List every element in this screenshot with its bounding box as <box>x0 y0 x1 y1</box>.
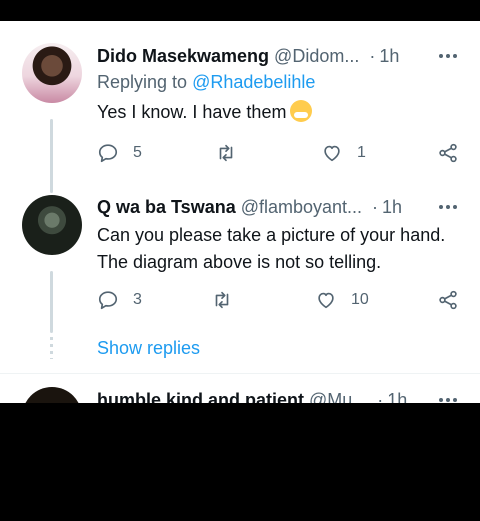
tweet-thread: Dido Masekwameng @Didom... · 1h Replying… <box>0 21 480 403</box>
face-with-medical-mask-icon <box>290 100 313 122</box>
retweet-button[interactable] <box>211 288 233 312</box>
replying-to-label: Replying to <box>97 72 193 92</box>
replying-to: Replying to @Rhadebelihle <box>97 72 315 93</box>
like-button[interactable]: 1 <box>321 141 366 165</box>
display-name[interactable]: Dido Masekwameng <box>97 46 269 67</box>
timestamp[interactable]: 1h <box>382 197 402 218</box>
tweet-actions: 5 1 <box>97 141 460 165</box>
tweet-header: Dido Masekwameng @Didom... · 1h <box>97 44 460 68</box>
timestamp[interactable]: 1h <box>379 46 399 67</box>
avatar[interactable] <box>22 195 82 255</box>
reply-count: 3 <box>133 291 142 308</box>
share-button[interactable] <box>437 288 459 312</box>
tweet-actions: 3 10 <box>97 288 460 312</box>
tweet-header: Q wa ba Tswana @flamboyant... · 1h <box>97 195 460 219</box>
retweet-icon <box>219 144 233 162</box>
thread-line <box>50 271 53 333</box>
screen: Dido Masekwameng @Didom... · 1h Replying… <box>0 0 480 521</box>
mention-link[interactable]: @Rhadebelihle <box>192 72 315 92</box>
retweet-icon <box>215 291 229 309</box>
reply-icon <box>98 291 118 310</box>
tweet-text-content: Yes I know. I have them <box>97 102 287 122</box>
thread-dots <box>50 337 53 359</box>
reply-button[interactable]: 5 <box>97 141 142 165</box>
reply-icon <box>98 144 118 163</box>
separator-dot: · <box>377 389 384 404</box>
tweet-header: humble kind and patient @Mu... · 1h <box>97 388 460 403</box>
avatar[interactable] <box>22 387 82 403</box>
share-button[interactable] <box>437 141 459 165</box>
tweet-text: Yes I know. I have them <box>97 99 313 126</box>
tweet-text-line: The diagram above is not so telling. <box>97 252 382 272</box>
like-count: 1 <box>357 144 366 161</box>
avatar[interactable] <box>22 43 82 103</box>
thread-line <box>50 119 53 193</box>
display-name[interactable]: Q wa ba Tswana <box>97 197 236 218</box>
share-icon <box>439 143 457 163</box>
user-handle[interactable]: @Mu... <box>309 390 367 404</box>
like-icon <box>318 292 334 309</box>
retweet-button[interactable] <box>215 141 237 165</box>
more-icon[interactable] <box>436 195 460 219</box>
timestamp[interactable]: 1h <box>387 390 407 404</box>
display-name[interactable]: humble kind and patient <box>97 390 304 404</box>
reply-button[interactable]: 3 <box>97 288 142 312</box>
user-handle[interactable]: @Didom... <box>274 46 359 67</box>
show-replies-link[interactable]: Show replies <box>97 338 200 359</box>
like-count: 10 <box>351 291 369 308</box>
reply-count: 5 <box>133 144 142 161</box>
tweet-text: Can you please take a picture of your ha… <box>97 222 445 276</box>
like-button[interactable]: 10 <box>315 288 369 312</box>
more-icon[interactable] <box>436 44 460 68</box>
more-icon[interactable] <box>436 388 460 403</box>
divider <box>0 373 480 374</box>
separator-dot: · <box>369 45 376 66</box>
user-handle[interactable]: @flamboyant... <box>241 197 362 218</box>
separator-dot: · <box>372 196 379 217</box>
share-icon <box>439 290 457 310</box>
like-icon <box>324 145 340 162</box>
tweet-text-line: Can you please take a picture of your ha… <box>97 225 446 245</box>
